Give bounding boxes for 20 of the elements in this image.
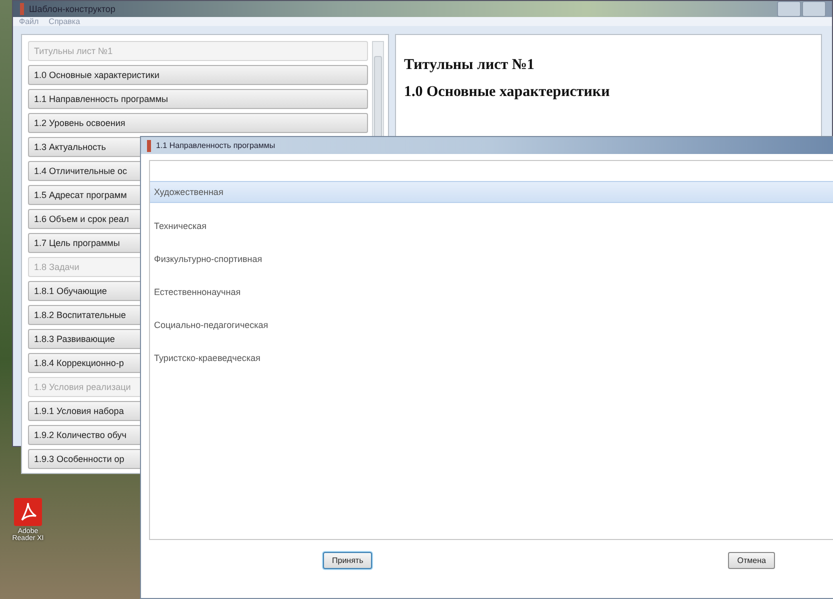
list-item[interactable]: Физкультурно-спортивная xyxy=(150,249,833,269)
list-item[interactable]: Туристско-краеведческая xyxy=(150,348,833,368)
list-item[interactable]: Естественнонаучная xyxy=(150,282,833,302)
list-item[interactable]: Техническая xyxy=(150,216,833,236)
section-button[interactable]: 1.0 Основные характеристики xyxy=(28,65,368,85)
section-button[interactable]: 1.2 Уровень освоения xyxy=(28,113,368,133)
app-icon xyxy=(146,140,152,152)
pdf-reader-icon[interactable] xyxy=(14,498,42,526)
dialog-button[interactable]: Принять xyxy=(323,552,372,569)
preview-heading: 1.0 Основные характеристики xyxy=(404,84,611,101)
dialog-button[interactable]: Отмена xyxy=(728,552,775,569)
list-item[interactable]: Художественная xyxy=(150,181,833,203)
dialog-title: 1.1 Направленность программы xyxy=(156,141,276,150)
preview-heading: Титульны лист №1 xyxy=(404,57,536,74)
maximize-button[interactable] xyxy=(802,1,826,17)
window-title: Шаблон-конструктор xyxy=(29,4,116,14)
minimize-button[interactable] xyxy=(777,1,801,17)
app-icon xyxy=(19,3,25,15)
section-button[interactable]: 1.1 Направленность программы xyxy=(28,89,368,109)
list-item[interactable]: Социально-педагогическая xyxy=(150,315,833,335)
